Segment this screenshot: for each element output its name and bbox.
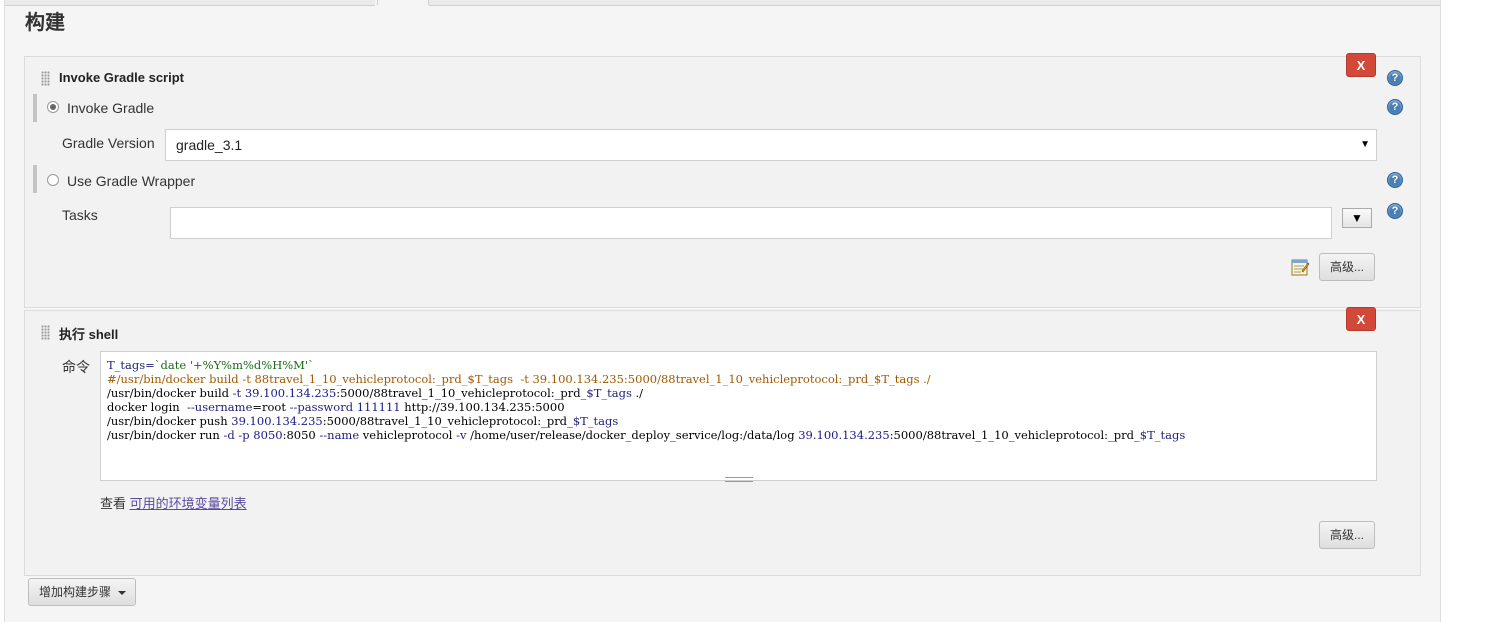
help-icon[interactable]: ? bbox=[1387, 203, 1403, 219]
code-token: --username bbox=[187, 400, 253, 414]
invoke-gradle-label: Invoke Gradle bbox=[67, 100, 155, 116]
code-token: #/usr/bin/docker build -t 88travel_1_10_… bbox=[107, 372, 931, 386]
shell-advanced-button[interactable]: 高级... bbox=[1319, 521, 1375, 549]
command-line: /usr/bin/docker run -d -p 8050:8050 --na… bbox=[107, 428, 1376, 442]
env-vars-hint: 查看 可用的环境变量列表 bbox=[100, 493, 247, 512]
gradle-build-step: Invoke Gradle script X Invoke Gradle Gra… bbox=[24, 53, 1421, 308]
caret-down-icon bbox=[118, 591, 126, 595]
code-token: -d -p bbox=[223, 428, 250, 442]
code-token: 39.100.134.235 bbox=[798, 428, 890, 442]
use-gradle-wrapper-radio[interactable] bbox=[47, 174, 59, 186]
code-token: :5000/88travel_1_10_vehicleprotocol:_prd… bbox=[889, 428, 1140, 442]
code-token: $T_tags bbox=[572, 414, 619, 428]
command-line: #/usr/bin/docker build -t 88travel_1_10_… bbox=[107, 372, 1376, 386]
tasks-label: Tasks bbox=[62, 207, 98, 223]
notepad-icon[interactable] bbox=[1290, 257, 1310, 277]
code-token: 8050 bbox=[249, 428, 283, 442]
command-line: docker login --username=root --password … bbox=[107, 400, 1376, 414]
code-token: -t bbox=[232, 386, 245, 400]
see-prefix: 查看 bbox=[100, 496, 130, 511]
code-token: --password bbox=[289, 400, 354, 414]
textarea-resize-handle[interactable] bbox=[100, 475, 1377, 482]
code-token: 39.100.134.235 bbox=[244, 386, 337, 400]
drag-handle-icon[interactable] bbox=[41, 325, 50, 340]
add-build-step-button[interactable]: 增加构建步骤 bbox=[28, 578, 136, 606]
code-token: :8050 bbox=[282, 428, 320, 442]
code-token: `date '+%Y%m%d%H%M'` bbox=[154, 358, 314, 372]
env-vars-link[interactable]: 可用的环境变量列表 bbox=[130, 496, 247, 511]
gradle-version-value: gradle_3.1 bbox=[176, 137, 243, 153]
code-token: vehicleprotocol bbox=[359, 428, 457, 442]
code-token: 39.100.134.235 bbox=[231, 414, 323, 428]
code-token: docker login bbox=[107, 400, 188, 414]
gradle-version-select[interactable]: gradle_3.1 ▼ bbox=[165, 129, 1377, 161]
drag-handle-icon[interactable] bbox=[41, 71, 50, 86]
command-line: /usr/bin/docker build -t 39.100.134.235:… bbox=[107, 386, 1376, 400]
gradle-step-title: Invoke Gradle script bbox=[59, 70, 184, 85]
code-token: /usr/bin/docker build bbox=[107, 386, 233, 400]
command-textarea[interactable]: T_tags=`date '+%Y%m%d%H%M'` #/usr/bin/doc… bbox=[100, 351, 1377, 481]
code-token: ./ bbox=[631, 386, 644, 400]
code-token: $T_tags bbox=[1139, 428, 1186, 442]
code-token: =root bbox=[252, 400, 290, 414]
code-token: /usr/bin/docker push bbox=[107, 414, 232, 428]
tab-active[interactable] bbox=[377, 0, 429, 5]
tasks-input[interactable] bbox=[170, 207, 1332, 239]
code-token: $T_tags bbox=[586, 386, 632, 400]
add-build-step-label: 增加构建步骤 bbox=[39, 585, 112, 599]
tab-strip-right bbox=[429, 0, 1440, 6]
code-token: /home/user/release/docker_deploy_service… bbox=[466, 428, 799, 442]
gradle-advanced-button[interactable]: 高级... bbox=[1319, 253, 1375, 281]
code-token: 111111 bbox=[353, 400, 401, 414]
option-indicator-bar bbox=[33, 94, 37, 122]
chevron-down-icon: ▼ bbox=[1360, 139, 1370, 150]
command-line: /usr/bin/docker push 39.100.134.235:5000… bbox=[107, 414, 1376, 428]
gradle-version-label: Gradle Version bbox=[62, 135, 155, 151]
triangle-down-icon: ▼ bbox=[1351, 211, 1363, 225]
option-indicator-bar bbox=[33, 165, 37, 193]
invoke-gradle-radio[interactable] bbox=[47, 101, 59, 113]
code-token: :5000/88travel_1_10_vehicleprotocol:_prd… bbox=[336, 386, 587, 400]
command-line: T_tags=`date '+%Y%m%d%H%M'` bbox=[107, 358, 1376, 372]
help-icon[interactable]: ? bbox=[1387, 172, 1403, 188]
use-gradle-wrapper-label: Use Gradle Wrapper bbox=[67, 173, 196, 189]
help-icon[interactable]: ? bbox=[1387, 70, 1403, 86]
code-token: T_tags= bbox=[107, 358, 155, 372]
code-token: http://39.100.134.235:5000 bbox=[400, 400, 565, 414]
code-token: -v bbox=[456, 428, 467, 442]
code-token: :5000/88travel_1_10_vehicleprotocol:_prd… bbox=[322, 414, 573, 428]
delete-gradle-step-button[interactable]: X bbox=[1346, 53, 1376, 77]
delete-shell-step-button[interactable]: X bbox=[1346, 307, 1376, 331]
help-icon[interactable]: ? bbox=[1387, 99, 1403, 115]
code-token: /usr/bin/docker run bbox=[107, 428, 224, 442]
command-label: 命令 bbox=[62, 359, 90, 375]
section-title: 构建 bbox=[25, 12, 65, 34]
code-token: --name bbox=[319, 428, 360, 442]
shell-step-title: 执行 shell bbox=[59, 327, 119, 342]
tasks-dropdown-button[interactable]: ▼ bbox=[1342, 208, 1372, 228]
